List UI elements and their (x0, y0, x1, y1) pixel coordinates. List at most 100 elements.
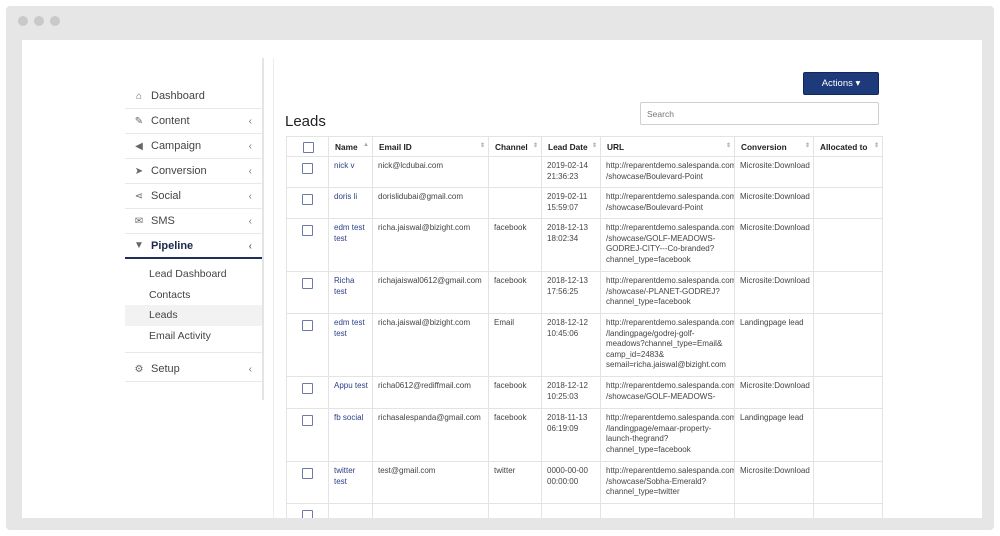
cell-name[interactable]: doris li (328, 187, 373, 219)
column-header-lead-date[interactable]: Lead Date ⇕ (541, 136, 601, 157)
cell-allocated (813, 156, 883, 188)
row-checkbox[interactable] (302, 194, 313, 205)
filter-icon: ▼ (134, 240, 144, 251)
row-checkbox[interactable] (302, 225, 313, 236)
cell-allocated (813, 187, 883, 219)
column-header-email-id[interactable]: Email ID ⇕ (372, 136, 489, 157)
column-header-label: Allocated to (820, 142, 868, 152)
cell-name[interactable]: fb social (328, 408, 373, 462)
sidebar-item-conversion[interactable]: ➤ Conversion ‹ (125, 159, 262, 184)
column-header-label: Channel (495, 142, 528, 152)
search-input[interactable] (640, 102, 879, 125)
actions-button[interactable]: Actions ▾ (803, 72, 879, 95)
table-row[interactable] (286, 503, 883, 518)
row-checkbox[interactable] (302, 510, 313, 518)
table-row[interactable]: twitter test test@gmail.com twitter 0000-00… (286, 461, 883, 504)
column-header-conversion[interactable]: Conversion ⇕ (734, 136, 814, 157)
table-row[interactable]: Richa test richajaiswal0612@gmail.com face… (286, 271, 883, 314)
select-all-checkbox[interactable] (303, 142, 314, 153)
table-row[interactable]: doris li dorislidubai@gmail.com 2019-02-11… (286, 187, 883, 219)
row-select-cell (286, 408, 329, 462)
cell-name[interactable]: edm test test (328, 313, 373, 377)
cell-allocated (813, 376, 883, 409)
sidebar-item-content[interactable]: ✎ Content ‹ (125, 109, 262, 134)
cell-conversion: Microsite:Download (734, 218, 814, 272)
cell-empty (286, 503, 329, 518)
row-checkbox[interactable] (302, 320, 313, 331)
row-select-cell (286, 187, 329, 219)
cell-empty (488, 503, 542, 518)
chevron-left-icon[interactable]: ‹ (249, 241, 252, 252)
column-header-channel[interactable]: Channel ⇕ (488, 136, 542, 157)
row-checkbox[interactable] (302, 415, 313, 426)
sidebar-item-setup[interactable]: ⚙ Setup ‹ (125, 357, 262, 382)
sort-icon[interactable]: ⇕ (805, 142, 810, 149)
cell-url: http://reparentdemo.salespanda.com /show… (600, 376, 735, 409)
cell-url: http://reparentdemo.salespanda.com /land… (600, 408, 735, 462)
row-checkbox[interactable] (302, 383, 313, 394)
sort-icon[interactable]: ⇕ (592, 142, 597, 149)
page-title: Leads (285, 113, 326, 130)
cell-allocated (813, 461, 883, 504)
cell-allocated (813, 408, 883, 462)
sidebar-subitem-contacts[interactable]: Contacts (125, 285, 262, 306)
cell-channel: Email (488, 313, 542, 377)
cell-empty (328, 503, 373, 518)
cell-name[interactable]: edm test test (328, 218, 373, 272)
cell-name[interactable]: nick v (328, 156, 373, 188)
sidebar-subitem-lead-dashboard[interactable]: Lead Dashboard (125, 264, 262, 285)
window-dot-icon[interactable] (50, 16, 60, 26)
cell-name[interactable]: twitter test (328, 461, 373, 504)
row-checkbox[interactable] (302, 278, 313, 289)
sidebar-item-dashboard[interactable]: ⌂ Dashboard (125, 84, 262, 109)
table-row[interactable]: nick v nick@lcdubai.com 2019-02-14 21:36:2… (286, 156, 883, 188)
cell-conversion: Landingpage lead (734, 313, 814, 377)
chevron-left-icon[interactable]: ‹ (249, 364, 252, 375)
cell-name[interactable]: Appu test (328, 376, 373, 409)
sidebar-item-pipeline[interactable]: ▼ Pipeline ‹ (125, 234, 262, 259)
table-row[interactable]: Appu test richa0612@rediffmail.com faceboo… (286, 376, 883, 409)
row-checkbox[interactable] (302, 163, 313, 174)
table-row[interactable]: fb social richasalespanda@gmail.com facebo… (286, 408, 883, 462)
sidebar-subitem-email-activity[interactable]: Email Activity (125, 326, 262, 347)
sort-asc-icon[interactable]: ▲ (363, 142, 369, 148)
chevron-left-icon[interactable]: ‹ (249, 116, 252, 127)
column-header-name[interactable]: Name ▲ (328, 136, 373, 157)
cell-channel (488, 187, 542, 219)
sidebar-item-social[interactable]: ⋖ Social ‹ (125, 184, 262, 209)
table-row[interactable]: edm test test richa.jaiswal@bizight.com fa… (286, 218, 883, 272)
sort-icon[interactable]: ⇕ (726, 142, 731, 149)
row-checkbox[interactable] (302, 468, 313, 479)
content-divider (273, 58, 274, 518)
column-header-url[interactable]: URL ⇕ (600, 136, 735, 157)
sidebar-subitem-leads[interactable]: Leads (125, 305, 262, 326)
cell-channel: facebook (488, 218, 542, 272)
sidebar-item-sms[interactable]: ✉ SMS ‹ (125, 209, 262, 234)
column-header-allocated-to[interactable]: Allocated to ⇕ (813, 136, 883, 157)
chevron-left-icon[interactable]: ‹ (249, 216, 252, 227)
chevron-left-icon[interactable]: ‹ (249, 166, 252, 177)
sidebar-item-label: Dashboard (151, 90, 205, 102)
sort-icon[interactable]: ⇕ (874, 142, 879, 149)
cell-channel (488, 156, 542, 188)
cell-name[interactable]: Richa test (328, 271, 373, 314)
window-dot-icon[interactable] (18, 16, 28, 26)
sidebar-item-campaign[interactable]: ◀ Campaign ‹ (125, 134, 262, 159)
cell-empty (600, 503, 735, 518)
window-dot-icon[interactable] (34, 16, 44, 26)
cell-allocated (813, 218, 883, 272)
cell-email: richa0612@rediffmail.com (372, 376, 489, 409)
cell-conversion: Microsite:Download (734, 461, 814, 504)
sort-icon[interactable]: ⇕ (480, 142, 485, 149)
leads-table: Name ▲ Email ID ⇕ Channel ⇕ Lead Date ⇕ URL ⇕ Conv… (286, 136, 883, 518)
row-select-cell (286, 313, 329, 377)
cell-conversion: Landingpage lead (734, 408, 814, 462)
table-row[interactable]: edm test test richa.jaiswal@bizight.com Em… (286, 313, 883, 377)
cell-date: 2018-12-12 10:45:06 (541, 313, 601, 377)
column-header-label: Conversion (741, 142, 787, 152)
chevron-left-icon[interactable]: ‹ (249, 141, 252, 152)
sidebar-item-label: Campaign (151, 140, 202, 152)
sort-icon[interactable]: ⇕ (533, 142, 538, 149)
chevron-left-icon[interactable]: ‹ (249, 191, 252, 202)
sidebar-item-label: Pipeline (151, 239, 194, 252)
